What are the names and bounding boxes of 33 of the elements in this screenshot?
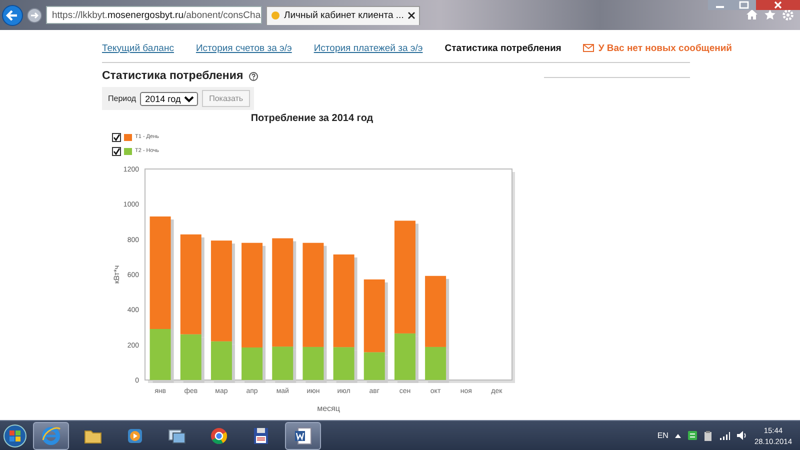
close-icon[interactable] — [408, 12, 415, 19]
help-icon[interactable] — [249, 72, 258, 80]
chart-title: Потребление за 2014 год — [250, 113, 374, 124]
star-icon[interactable] — [764, 9, 776, 20]
envelope-icon — [583, 44, 594, 52]
speaker-icon[interactable] — [737, 431, 748, 440]
legend-checkbox[interactable] — [112, 132, 121, 142]
forward-button[interactable] — [27, 8, 42, 22]
app-tray-icon[interactable] — [688, 431, 698, 440]
period-label: Период — [108, 94, 136, 103]
legend-checkbox[interactable] — [112, 146, 121, 156]
ring-icon — [41, 426, 61, 446]
browser-tab[interactable]: Личный кабинет клиента ... — [266, 6, 420, 24]
browser-icon — [209, 426, 229, 446]
clipboard-icon[interactable] — [704, 430, 712, 440]
signal-icon[interactable] — [719, 432, 730, 440]
nav-tab[interactable]: Текущий баланс — [102, 42, 174, 54]
site-icon — [271, 11, 280, 20]
start-orb-icon[interactable] — [3, 424, 27, 448]
page-heading: Статистика потребления — [102, 70, 244, 82]
back-button[interactable] — [2, 4, 23, 26]
nav-tab[interactable]: История счетов за э/э — [196, 42, 292, 54]
settings-icon[interactable] — [782, 9, 794, 21]
close-button[interactable] — [756, 0, 800, 10]
x-axis-title: месяц — [317, 404, 340, 413]
taskbar-button[interactable] — [33, 422, 69, 450]
period-select[interactable]: 2014 год — [140, 92, 198, 106]
language-indicator[interactable]: EN — [657, 431, 668, 440]
caret-icon[interactable] — [675, 434, 682, 438]
taskbar-button[interactable] — [285, 422, 321, 450]
nav-tab[interactable]: История платежей за э/э — [314, 42, 423, 54]
document-icon — [293, 426, 313, 446]
nav-tab[interactable]: Статистика потребления — [444, 42, 562, 54]
